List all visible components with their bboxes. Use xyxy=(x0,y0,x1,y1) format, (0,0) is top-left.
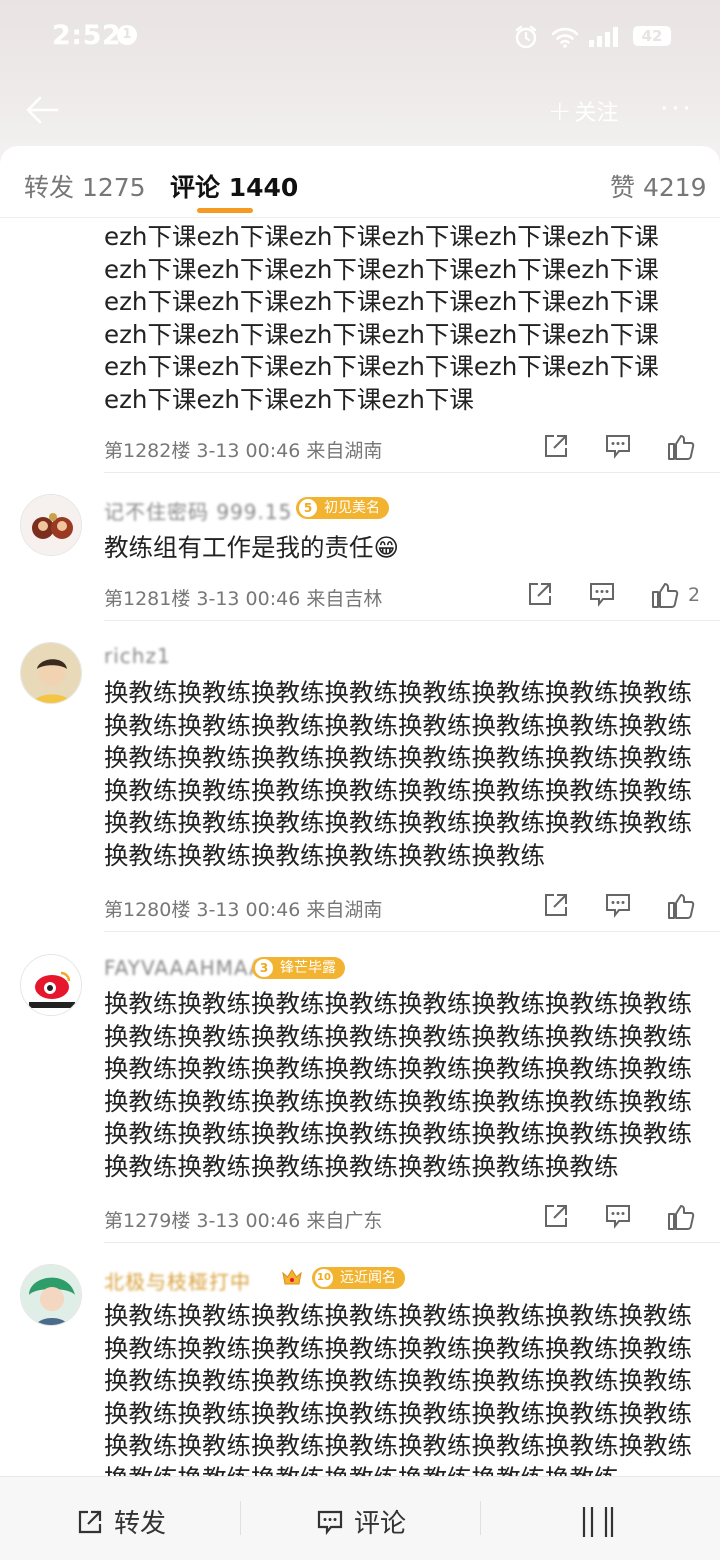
follow-button[interactable]: + 关注 xyxy=(548,94,618,127)
badge-title: 锋芒毕露 xyxy=(280,960,336,976)
signal-icon xyxy=(588,26,624,52)
active-tab-indicator xyxy=(197,208,253,213)
like-count: 2 xyxy=(688,584,701,606)
comment-text: 换教练换教练换教练换教练换教练换教练换教练换教练换教练换教练换教练换教练换教练换… xyxy=(104,678,692,870)
divider xyxy=(104,1242,720,1243)
like-icon[interactable] xyxy=(650,580,680,614)
comment-actions xyxy=(520,1202,710,1236)
divider xyxy=(104,931,720,932)
comment-icon[interactable] xyxy=(588,580,616,612)
share-icon[interactable] xyxy=(542,891,570,923)
divider xyxy=(240,1501,241,1535)
username[interactable]: 北极与枝桠打中 xyxy=(104,1266,251,1295)
avatar[interactable] xyxy=(20,494,82,556)
avatar[interactable] xyxy=(20,642,82,704)
comment-sheet: 转发 1275 评论 1440 赞 4219 ezh下课ezh下课ezh下课ez… xyxy=(0,146,720,1560)
tab-repost[interactable]: 转发 1275 xyxy=(24,168,146,204)
bottom-comment-button[interactable]: 评论 xyxy=(316,1503,406,1540)
user-level-badge: 10 远近闻名 xyxy=(312,1267,405,1289)
tab-like[interactable]: 赞 4219 xyxy=(610,168,707,204)
crown-icon xyxy=(280,1265,304,1293)
comment-list: ezh下课ezh下课ezh下课ezh下课ezh下课ezh下课ezh下课ezh下课… xyxy=(0,218,720,1478)
like-icon[interactable] xyxy=(666,1202,696,1236)
divider xyxy=(104,620,720,621)
top-nav-bar: + 关注 ··· xyxy=(0,80,720,140)
comment-meta: 第1281楼 3-13 00:46 来自吉林 xyxy=(104,588,383,610)
user-level-badge: 3 锋芒毕露 xyxy=(252,957,345,979)
comment-meta: 第1280楼 3-13 00:46 来自湖南 xyxy=(104,899,383,921)
avatar[interactable] xyxy=(20,1264,82,1326)
divider xyxy=(480,1501,481,1535)
share-icon[interactable] xyxy=(526,580,554,612)
bottom-like-button[interactable] xyxy=(576,1503,626,1539)
comment-text: 教练组有工作是我的责任😁 xyxy=(104,533,400,562)
tab-bar: 转发 1275 评论 1440 赞 4219 xyxy=(0,146,720,218)
comment-meta: 第1279楼 3-13 00:46 来自广东 xyxy=(104,1210,383,1232)
badge-title: 初见美名 xyxy=(324,500,380,516)
alarm-icon xyxy=(513,24,539,54)
comment-actions: 2 xyxy=(520,580,710,614)
plus-icon: + xyxy=(548,94,572,127)
comment-icon[interactable] xyxy=(604,432,632,464)
comment-icon xyxy=(317,1510,343,1535)
comment-text: 换教练换教练换教练换教练换教练换教练换教练换教练换教练换教练换教练换教练换教练换… xyxy=(104,989,692,1181)
bottom-comment-label: 评论 xyxy=(354,1509,407,1539)
back-arrow-icon[interactable] xyxy=(24,92,60,132)
badge-level: 10 xyxy=(315,1269,333,1287)
like-icon[interactable] xyxy=(666,891,696,925)
comment-actions xyxy=(520,432,710,466)
share-icon[interactable] xyxy=(542,1202,570,1234)
repost-icon xyxy=(78,1510,102,1533)
badge-title: 远近闻名 xyxy=(340,1270,396,1286)
comment-text: 换教练换教练换教练换教练换教练换教练换教练换教练换教练换教练换教练换教练换教练换… xyxy=(104,1301,692,1478)
username[interactable]: 记不住密码 999.15 xyxy=(104,496,292,525)
comment-text: ezh下课ezh下课ezh下课ezh下课ezh下课ezh下课ezh下课ezh下课… xyxy=(104,222,659,414)
bottom-repost-button[interactable]: 转发 xyxy=(76,1503,166,1540)
comment-meta: 第1282楼 3-13 00:46 来自湖南 xyxy=(104,440,383,462)
notification-count-badge: 1 xyxy=(117,25,137,45)
status-bar: 2:52 1 42 xyxy=(0,0,720,74)
share-icon[interactable] xyxy=(542,432,570,464)
bottom-repost-label: 转发 xyxy=(114,1509,167,1539)
wifi-icon xyxy=(551,26,579,52)
follow-label: 关注 xyxy=(574,100,619,126)
bottom-action-bar: 转发 评论 xyxy=(0,1476,720,1560)
user-level-badge: 5 初见美名 xyxy=(296,497,389,519)
badge-level: 3 xyxy=(255,959,273,977)
comment-icon[interactable] xyxy=(604,891,632,923)
comment-actions xyxy=(520,891,710,925)
divider xyxy=(104,472,720,473)
like-icon[interactable] xyxy=(666,432,696,466)
avatar[interactable] xyxy=(20,954,82,1016)
status-time: 2:52 xyxy=(52,20,122,51)
comment-icon[interactable] xyxy=(604,1202,632,1234)
battery-indicator: 42 xyxy=(633,26,671,46)
more-options-icon[interactable]: ··· xyxy=(660,94,694,124)
badge-level: 5 xyxy=(299,499,317,517)
like-icon xyxy=(582,1507,614,1537)
username[interactable]: richz1 xyxy=(104,644,171,668)
tab-comment[interactable]: 评论 1440 xyxy=(170,168,298,204)
